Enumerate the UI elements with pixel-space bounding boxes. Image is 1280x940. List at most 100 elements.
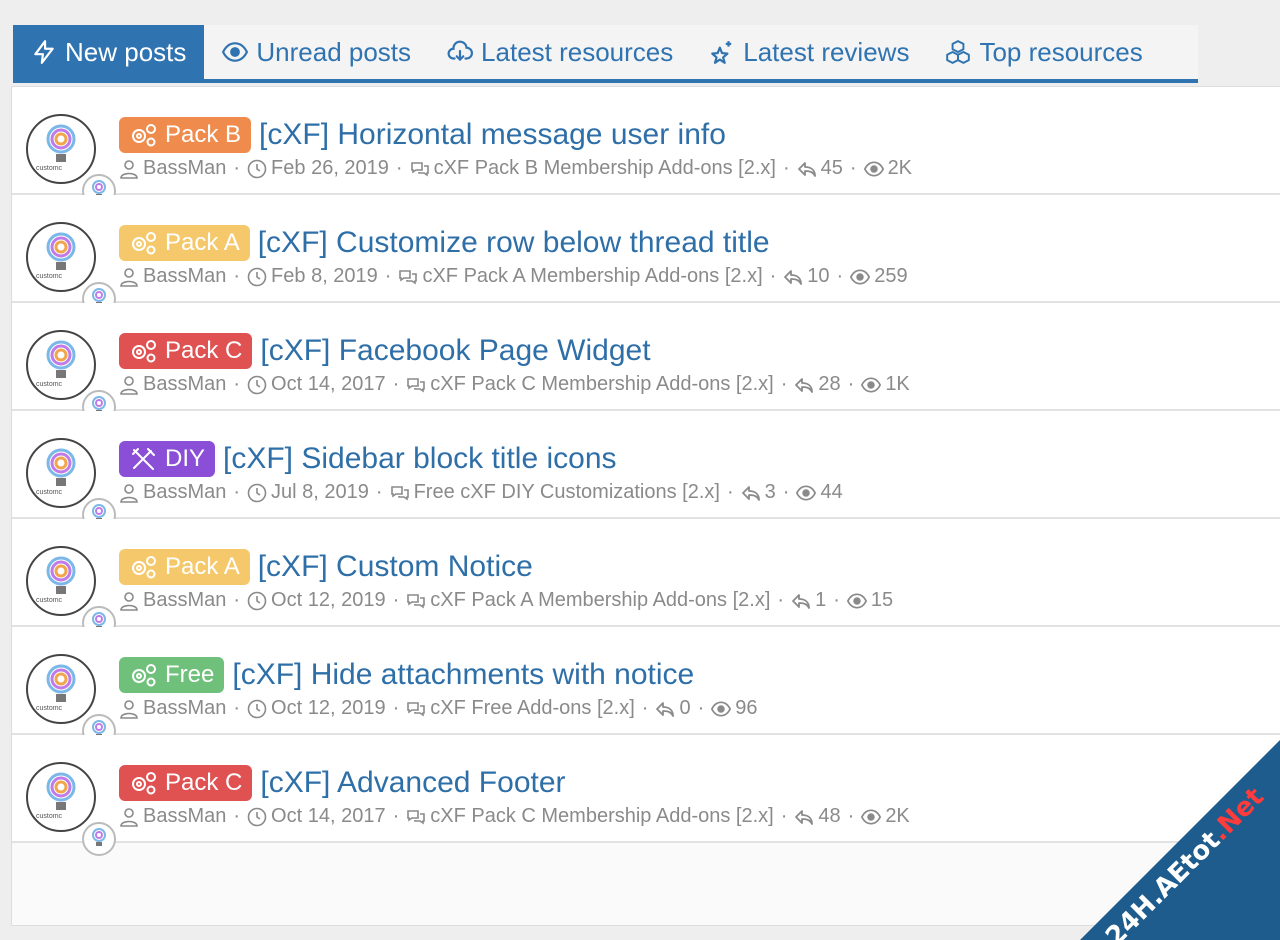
tab-latest-resources[interactable]: Latest resources — [429, 25, 691, 79]
lightbulb-mini-icon — [92, 828, 106, 846]
avatar[interactable]: customc — [26, 546, 116, 640]
thread-title-line: Pack C [cXF] Advanced Footer — [119, 765, 566, 801]
avatar-text: customc — [36, 165, 63, 172]
clock-icon — [247, 591, 267, 610]
separator: · — [726, 481, 734, 503]
author-link[interactable]: BassMan — [143, 697, 226, 720]
post-date[interactable]: Oct 12, 2019 — [271, 589, 386, 612]
thread-title[interactable]: [cXF] Facebook Page Widget — [260, 334, 650, 368]
prefix-badge[interactable]: Free — [119, 657, 225, 693]
author-link[interactable]: BassMan — [143, 157, 226, 180]
separator: · — [375, 481, 383, 503]
reply-count: 10 — [807, 265, 830, 287]
lightbulb-logo-icon — [46, 772, 76, 810]
avatar[interactable]: customc — [26, 654, 116, 748]
thread-title[interactable]: [cXF] Horizontal message user info — [259, 118, 726, 152]
tab-label: Latest reviews — [743, 36, 910, 67]
thread-meta: BassMan · Oct 14, 2017 · cXF Pack C Memb… — [119, 805, 910, 828]
thread-title[interactable]: [cXF] Customize row below thread title — [258, 226, 770, 260]
tab-latest-reviews[interactable]: Latest reviews — [691, 25, 927, 79]
eye-icon — [861, 376, 882, 393]
user-icon — [120, 807, 138, 827]
post-date[interactable]: Jul 8, 2019 — [271, 481, 369, 504]
reply-icon — [656, 701, 675, 717]
lightbulb-logo-icon — [46, 232, 76, 270]
prefix-badge[interactable]: Pack A — [119, 225, 250, 261]
eye-icon — [846, 592, 867, 609]
prefix-badge[interactable]: DIY — [119, 441, 216, 477]
tab-new-posts[interactable]: New posts — [13, 25, 205, 79]
forum-link[interactable]: Free cXF DIY Customizations [2.x] — [414, 481, 720, 504]
forum-link[interactable]: cXF Pack C Membership Add-ons [2.x] — [430, 373, 773, 396]
thread-title[interactable]: [cXF] Sidebar block title icons — [223, 442, 617, 476]
badge-label: Free — [165, 661, 215, 688]
author-link[interactable]: BassMan — [143, 373, 226, 396]
thread-title[interactable]: [cXF] Advanced Footer — [260, 766, 565, 800]
user-icon — [120, 483, 138, 503]
author-link[interactable]: BassMan — [143, 481, 226, 504]
avatar[interactable]: customc — [26, 330, 116, 424]
badge-label: Pack A — [165, 229, 240, 256]
lightbulb-logo-icon — [46, 664, 76, 702]
thread-title[interactable]: [cXF] Hide attachments with notice — [232, 658, 694, 692]
separator: · — [777, 589, 785, 611]
tab-top-resources[interactable]: Top resources — [927, 25, 1160, 79]
avatar[interactable]: customc — [26, 438, 116, 532]
badge-label: Pack C — [165, 769, 243, 796]
reply-count: 3 — [764, 481, 776, 503]
author-link[interactable]: BassMan — [143, 265, 226, 288]
separator: · — [849, 157, 857, 179]
reply-icon — [797, 161, 816, 177]
avatar-text: customc — [36, 705, 63, 712]
post-date[interactable]: Oct 14, 2017 — [271, 373, 386, 396]
reply-icon — [795, 809, 814, 825]
gears-icon — [132, 772, 156, 795]
view-count: 44 — [820, 481, 843, 503]
tab-bar: New posts Unread posts Latest resources … — [13, 25, 1198, 83]
avatar-text: customc — [36, 381, 63, 388]
separator: · — [233, 481, 241, 503]
clock-icon — [247, 375, 267, 394]
forum-link[interactable]: cXF Free Add-ons [2.x] — [430, 697, 635, 720]
thread-title[interactable]: [cXF] Custom Notice — [258, 550, 533, 584]
eye-icon — [796, 484, 817, 501]
post-date[interactable]: Feb 8, 2019 — [271, 265, 378, 288]
post-date[interactable]: Oct 12, 2019 — [271, 697, 386, 720]
avatar[interactable]: customc — [26, 114, 116, 208]
lightbulb-logo-icon — [46, 448, 76, 486]
post-date[interactable]: Oct 14, 2017 — [271, 805, 386, 828]
separator: · — [780, 373, 788, 395]
author-link[interactable]: BassMan — [143, 589, 226, 612]
prefix-badge[interactable]: Pack C — [119, 333, 253, 369]
lightbulb-logo-icon — [46, 124, 76, 162]
avatar-text: customc — [36, 489, 63, 496]
forum-link[interactable]: cXF Pack A Membership Add-ons [2.x] — [430, 589, 770, 612]
thread-title-line: Pack B [cXF] Horizontal message user inf… — [119, 117, 726, 153]
user-icon — [120, 267, 138, 287]
separator: · — [392, 373, 400, 395]
prefix-badge[interactable]: Pack A — [119, 549, 250, 585]
tab-unread-posts[interactable]: Unread posts — [204, 25, 429, 79]
author-link[interactable]: BassMan — [143, 805, 226, 828]
prefix-badge[interactable]: Pack C — [119, 765, 253, 801]
separator: · — [836, 265, 844, 287]
avatar[interactable]: customc — [26, 222, 116, 316]
thread-row: customc Pack B [cXF] Horizontal message … — [12, 87, 1280, 208]
forum-link[interactable]: cXF Pack B Membership Add-ons [2.x] — [434, 157, 776, 180]
prefix-badge[interactable]: Pack B — [119, 117, 252, 153]
forum-link[interactable]: cXF Pack A Membership Add-ons [2.x] — [422, 265, 762, 288]
lightbulb-logo-icon — [46, 340, 76, 378]
separator: · — [769, 265, 777, 287]
thread-row: customc Free [cXF] Hide attachments with… — [12, 627, 1280, 748]
thread-row: customc Pack C [cXF] Advanced Footer Bas… — [12, 735, 1280, 856]
view-count: 15 — [870, 589, 894, 611]
gears-icon — [132, 664, 156, 687]
forum-link[interactable]: cXF Pack C Membership Add-ons [2.x] — [430, 805, 773, 828]
avatar-mini[interactable] — [82, 822, 116, 856]
tab-label: New posts — [65, 36, 187, 67]
separator: · — [392, 697, 400, 719]
thread-title-line: Pack A [cXF] Custom Notice — [119, 549, 533, 585]
avatar[interactable]: customc — [26, 762, 116, 856]
post-date[interactable]: Feb 26, 2019 — [271, 157, 389, 180]
clock-icon — [247, 483, 267, 502]
